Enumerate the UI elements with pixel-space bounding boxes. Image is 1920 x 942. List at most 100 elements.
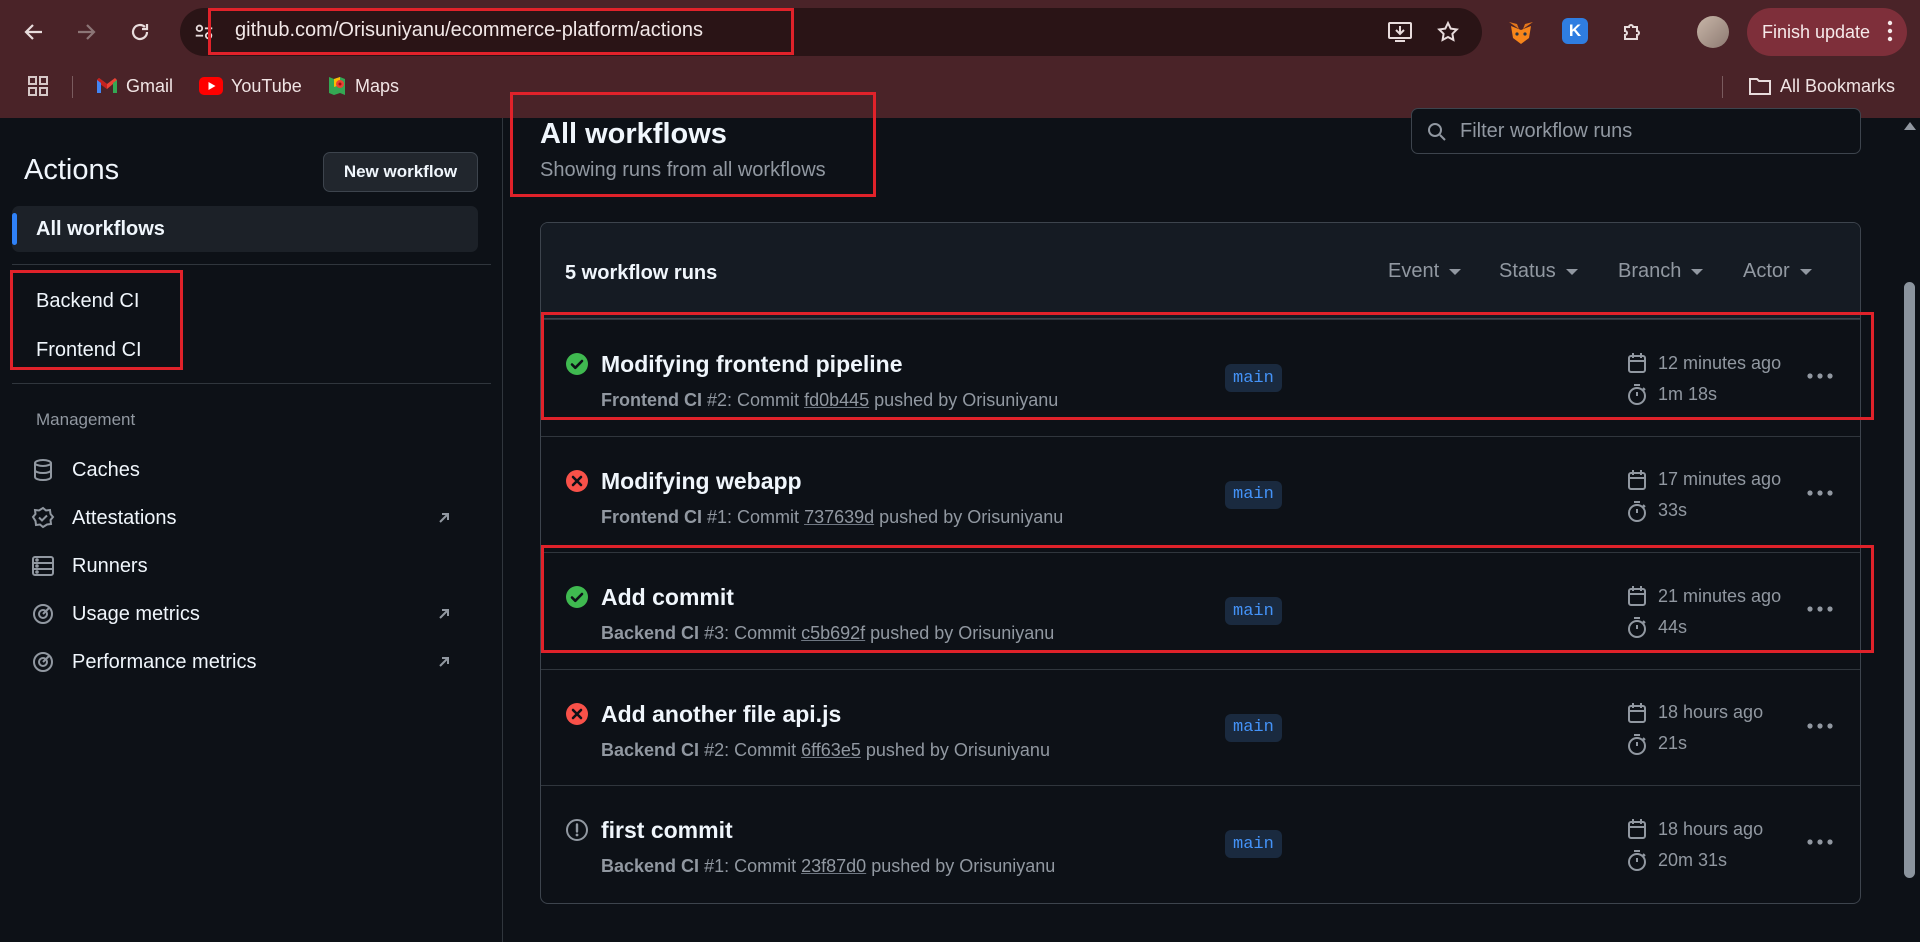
status-filter[interactable]: Status [1499, 260, 1578, 283]
branch-label[interactable]: main [1225, 480, 1282, 509]
commit-sha-link[interactable]: 23f87d0 [801, 856, 866, 876]
bookmark-separator [72, 76, 73, 98]
sidebar-item-label: Runners [72, 554, 148, 577]
run-title-link[interactable]: Add another file api.js [601, 701, 841, 728]
run-commit-prefix: : Commit [724, 856, 802, 876]
run-time-text: 18 hours ago [1658, 702, 1764, 722]
bookmark-separator [1722, 76, 1723, 98]
run-title-link[interactable]: first commit [601, 817, 733, 844]
sidebar-item-label: Attestations [72, 506, 177, 529]
finish-update-button[interactable]: Finish update [1747, 8, 1907, 56]
kebab-menu-icon[interactable] [1804, 714, 1836, 738]
workflow-run-row[interactable]: Add another file api.js Backend CI #2: Co… [541, 668, 1860, 785]
workflow-run-row[interactable]: first commit Backend CI #1: Commit 23f87d… [541, 785, 1860, 901]
run-duration: 20m 31s [1626, 849, 1727, 871]
apps-grid-icon[interactable] [26, 74, 50, 98]
profile-avatar[interactable] [1697, 16, 1729, 48]
sidebar-item-runners[interactable]: Runners [30, 546, 470, 586]
run-meta: Backend CI #2: Commit 6ff63e5 pushed by … [601, 740, 1050, 761]
run-time: 18 hours ago [1626, 702, 1763, 724]
kebab-menu-icon[interactable] [1804, 481, 1836, 505]
sidebar-divider [12, 264, 491, 265]
run-title-link[interactable]: Modifying webapp [601, 468, 802, 495]
bookmark-youtube[interactable]: YouTube [199, 72, 302, 100]
kebab-menu-icon[interactable] [1804, 830, 1836, 854]
runs-list-header: 5 workflow runs Event Status Branch Acto… [541, 223, 1860, 319]
run-time-text: 18 hours ago [1658, 818, 1764, 839]
reload-icon[interactable] [124, 16, 156, 48]
sidebar-item-caches[interactable]: Caches [30, 450, 470, 490]
alert-circle-icon [565, 818, 589, 842]
actor-filter[interactable]: Actor [1743, 260, 1812, 283]
back-icon[interactable] [18, 16, 50, 48]
stopwatch-icon [1626, 849, 1648, 871]
folder-icon [1748, 76, 1772, 96]
install-app-icon[interactable] [1384, 16, 1416, 48]
calendar-icon [1626, 702, 1648, 724]
external-link-icon [434, 652, 454, 672]
forward-icon[interactable] [70, 16, 102, 48]
scrollbar-thumb[interactable] [1904, 282, 1915, 878]
extensions-icon[interactable] [1616, 16, 1648, 48]
bookmark-label: Gmail [126, 75, 174, 96]
sidebar-item-all-workflows[interactable]: All workflows [12, 206, 478, 252]
event-filter[interactable]: Event [1388, 260, 1462, 283]
sidebar-title: Actions [24, 154, 120, 186]
run-workflow-name: Backend CI [601, 739, 700, 760]
run-number: #1 [707, 506, 728, 527]
run-meta: Frontend CI #1: Commit 737639d pushed by… [601, 507, 1063, 528]
branch-label[interactable]: main [1225, 713, 1282, 742]
sidebar-item-performance-metrics[interactable]: Performance metrics [30, 642, 470, 682]
run-number: #1 [704, 856, 725, 876]
metamask-extension-icon[interactable] [1506, 18, 1536, 48]
stopwatch-icon [1626, 733, 1648, 755]
server-icon [30, 553, 56, 579]
run-pushed-by: pushed by Orisuniyanu [874, 506, 1064, 527]
filter-input[interactable] [1460, 117, 1850, 145]
sidebar-item-attestations[interactable]: Attestations [30, 498, 470, 538]
caret-down-icon [1799, 268, 1812, 275]
filter-label: Actor [1743, 260, 1790, 282]
branch-label[interactable]: main [1225, 830, 1282, 858]
browser-toolbar: github.com/Orisuniyanu/ecommerce-platfor… [0, 0, 1920, 118]
sidebar-item-usage-metrics[interactable]: Usage metrics [30, 594, 470, 634]
filter-workflow-runs[interactable] [1411, 108, 1861, 154]
verified-icon [30, 505, 56, 531]
k-extension-icon[interactable]: K [1562, 18, 1588, 44]
bookmark-label: Maps [355, 75, 400, 96]
maps-icon [327, 75, 347, 97]
bookmark-star-icon[interactable] [1432, 16, 1464, 48]
run-duration: 21s [1626, 733, 1687, 755]
filter-label: Branch [1618, 260, 1682, 282]
branch-filter[interactable]: Branch [1618, 260, 1704, 283]
run-commit-prefix: : Commit [724, 739, 802, 760]
commit-sha-link[interactable]: 6ff63e5 [801, 740, 861, 760]
bookmark-label: YouTube [231, 75, 302, 96]
run-meta: Backend CI #1: Commit 23f87d0 pushed by … [601, 856, 1055, 877]
finish-update-label: Finish update [1762, 21, 1871, 42]
caret-down-icon [1449, 268, 1462, 275]
new-workflow-button[interactable]: New workflow [323, 152, 478, 192]
run-number: #2 [704, 739, 725, 760]
x-circle-icon [565, 702, 589, 726]
actions-sidebar: Actions New workflow All workflows Backe… [0, 118, 503, 942]
run-duration-text: 21s [1658, 733, 1688, 753]
all-bookmarks[interactable]: All Bookmarks [1748, 72, 1895, 100]
commit-sha-link[interactable]: 737639d [804, 507, 874, 527]
external-link-icon [434, 604, 454, 624]
run-commit-prefix: : Commit [727, 506, 805, 527]
menu-kebab-icon [1887, 20, 1893, 42]
workflow-run-row[interactable]: Modifying webapp Frontend CI #1: Commit 7… [541, 435, 1860, 552]
calendar-icon [1626, 818, 1648, 840]
calendar-icon [1626, 469, 1648, 491]
bookmark-maps[interactable]: Maps [327, 72, 399, 100]
sidebar-divider [12, 383, 491, 384]
run-duration-text: 20m 31s [1658, 849, 1728, 870]
run-time-text: 17 minutes ago [1658, 469, 1782, 489]
scroll-up-arrow-icon[interactable] [1904, 122, 1916, 130]
bookmark-gmail[interactable]: Gmail [96, 72, 173, 100]
caret-down-icon [1691, 268, 1704, 275]
all-bookmarks-label: All Bookmarks [1780, 75, 1896, 96]
run-pushed-by: pushed by Orisuniyanu [866, 856, 1056, 876]
filter-label: Status [1499, 260, 1556, 282]
